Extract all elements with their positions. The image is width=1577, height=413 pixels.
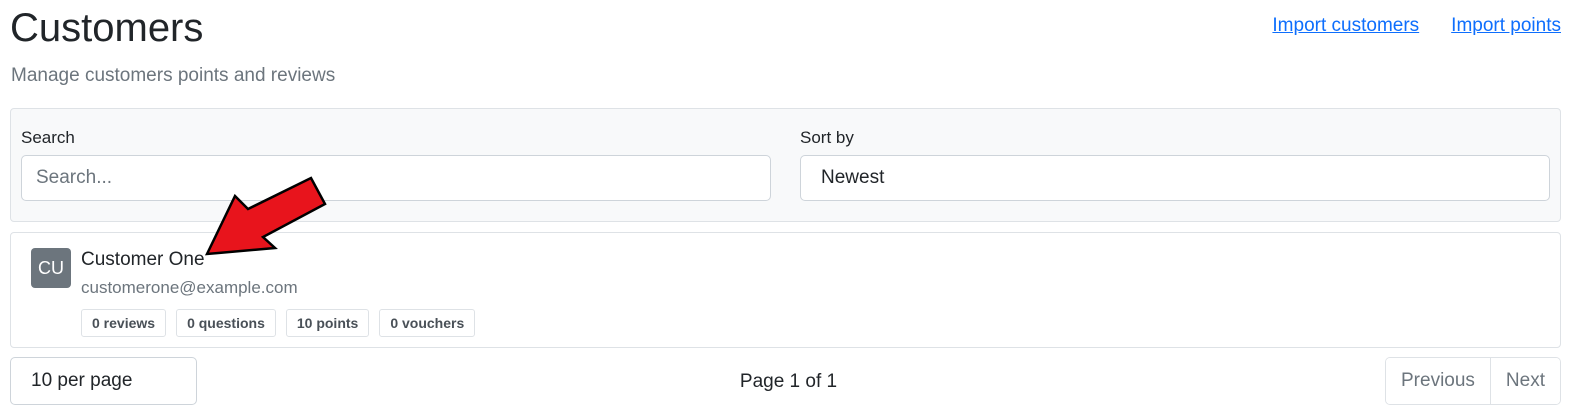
customer-name[interactable]: Customer One [81, 248, 205, 272]
search-label: Search [21, 128, 75, 147]
sort-label: Sort by [800, 128, 854, 147]
search-input[interactable] [21, 155, 771, 201]
customer-email: customerone@example.com [81, 278, 298, 297]
vouchers-badge: 0 vouchers [379, 309, 476, 337]
page-subtitle: Manage customers points and reviews [11, 65, 336, 86]
questions-badge: 0 questions [176, 309, 276, 337]
points-badge: 10 points [285, 309, 370, 337]
next-button[interactable]: Next [1489, 358, 1560, 404]
filter-panel: Search Sort by Newest [10, 108, 1561, 222]
import-points-link[interactable]: Import points [1451, 14, 1561, 38]
previous-button[interactable]: Previous [1386, 358, 1490, 404]
customer-list-item[interactable]: CU Customer One customerone@example.com … [10, 232, 1561, 348]
page-info: Page 1 of 1 [739, 371, 838, 392]
pager: Previous Next [1385, 357, 1561, 405]
reviews-badge: 0 reviews [81, 309, 167, 337]
avatar: CU [31, 248, 71, 288]
header-links: Import customers Import points [1272, 14, 1561, 38]
customers-page: Customers Manage customers points and re… [0, 0, 1577, 413]
page-title: Customers [10, 6, 204, 50]
customer-badges: 0 reviews 0 questions 10 points 0 vouche… [81, 309, 476, 337]
sort-select[interactable]: Newest [800, 155, 1550, 201]
import-customers-link[interactable]: Import customers [1272, 14, 1419, 38]
